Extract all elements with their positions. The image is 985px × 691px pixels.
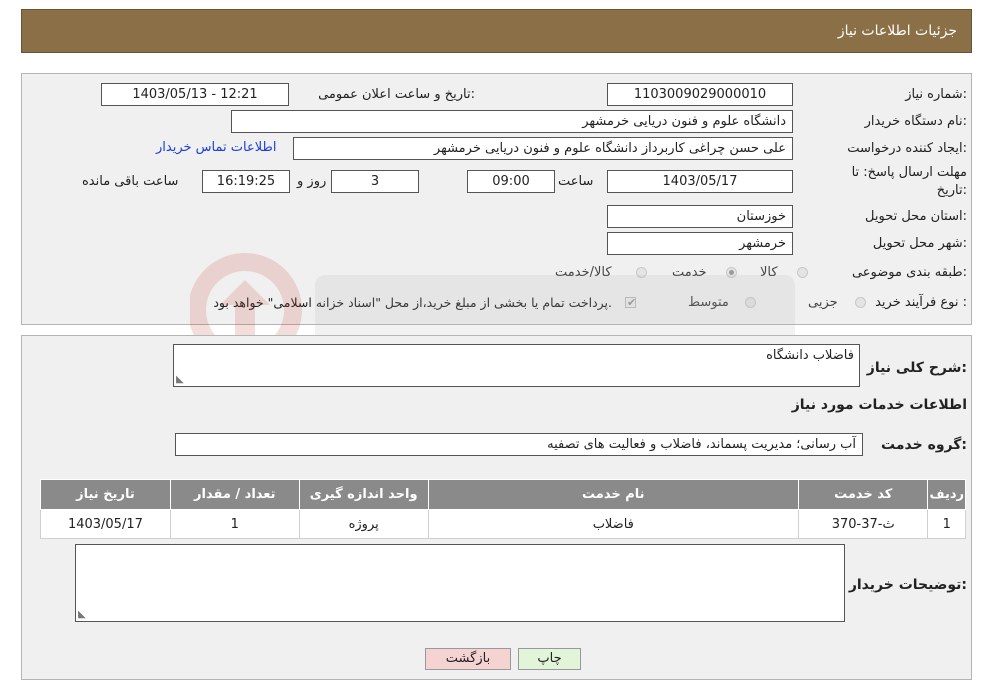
- summary-field: فاضلاب دانشگاه ◢: [173, 344, 860, 387]
- col-need-date: تاریخ نیاز: [40, 479, 171, 510]
- cell-quantity: 1: [169, 509, 300, 539]
- buyer-notes-field[interactable]: ◢: [75, 544, 845, 622]
- cell-service-code: ث-37-370: [797, 509, 929, 539]
- page-header: جزئیات اطلاعات نیاز: [21, 9, 972, 53]
- announce-date-label: تاریخ و ساعت اعلان عمومی:: [318, 87, 475, 102]
- services-heading: اطلاعات خدمات مورد نیاز: [791, 397, 967, 413]
- resize-grip-icon[interactable]: ◢: [78, 609, 86, 620]
- deadline-label-date: تاریخ:: [936, 183, 967, 198]
- buyer-notes-label: توضیحات خریدار:: [848, 577, 967, 593]
- requester-label: ایجاد کننده درخواست:: [847, 141, 967, 156]
- cell-need-date: 1403/05/17: [40, 509, 171, 539]
- province-label: استان محل تحویل:: [865, 209, 967, 224]
- table-header-row: ردیف کد خدمت نام خدمت واحد اندازه گیری ت…: [40, 479, 966, 510]
- buyer-org-field: دانشگاه علوم و فنون دریایی خرمشهر: [231, 110, 793, 133]
- city-label: شهر محل تحویل:: [872, 236, 967, 251]
- resize-grip-icon[interactable]: ◢: [176, 374, 184, 385]
- col-quantity: تعداد / مقدار: [169, 479, 300, 510]
- service-group-field: آب رسانی؛ مدیریت پسماند، فاضلاب و فعالیت…: [175, 433, 863, 456]
- category-label: طبقه بندی موضوعی:: [851, 265, 967, 280]
- cell-row-number: 1: [927, 509, 966, 539]
- back-button[interactable]: بازگشت: [425, 648, 511, 670]
- table-row: 1 ث-37-370 فاضلاب پروژه 1 1403/05/17: [40, 509, 966, 539]
- days-label: روز و: [297, 174, 327, 189]
- cell-service-name: فاضلاب: [427, 509, 799, 539]
- service-group-label: گروه خدمت:: [881, 437, 967, 453]
- process-minor-radio[interactable]: [855, 297, 866, 308]
- summary-text: فاضلاب دانشگاه: [766, 348, 854, 363]
- services-table: ردیف کد خدمت نام خدمت واحد اندازه گیری ت…: [40, 479, 966, 539]
- remaining-days-field: 3: [331, 170, 419, 193]
- need-number-field: 1103009029000010: [607, 83, 793, 106]
- cell-unit: پروژه: [298, 509, 429, 539]
- process-type-label: نوع فرآیند خرید :: [875, 295, 967, 310]
- remaining-time-label: ساعت باقی مانده: [82, 174, 179, 189]
- col-service-code: کد خدمت: [797, 479, 929, 510]
- buyer-contact-link[interactable]: اطلاعات تماس خریدار: [156, 140, 276, 155]
- deadline-time-label: ساعت: [558, 174, 594, 189]
- remaining-time-field: 16:19:25: [202, 170, 290, 193]
- deadline-label: مهلت ارسال پاسخ: تا: [851, 165, 967, 180]
- col-unit: واحد اندازه گیری: [298, 479, 429, 510]
- province-field: خوزستان: [607, 205, 793, 228]
- col-service-name: نام خدمت: [427, 479, 799, 510]
- buyer-org-label: نام دستگاه خریدار:: [864, 114, 967, 129]
- announce-date-field: 1403/05/13 - 12:21: [101, 83, 289, 106]
- process-minor-label: جزیی: [808, 295, 838, 310]
- print-button[interactable]: چاپ: [518, 648, 581, 670]
- deadline-date-field: 1403/05/17: [607, 170, 793, 193]
- requester-field: علی حسن چراغی کاربرداز دانشگاه علوم و فن…: [293, 137, 793, 160]
- need-number-label: شماره نیاز:: [905, 87, 967, 102]
- col-row-number: ردیف: [927, 479, 966, 510]
- page-title: جزئیات اطلاعات نیاز: [837, 23, 957, 39]
- deadline-time-field: 09:00: [467, 170, 555, 193]
- summary-label: شرح کلی نیاز:: [866, 360, 967, 376]
